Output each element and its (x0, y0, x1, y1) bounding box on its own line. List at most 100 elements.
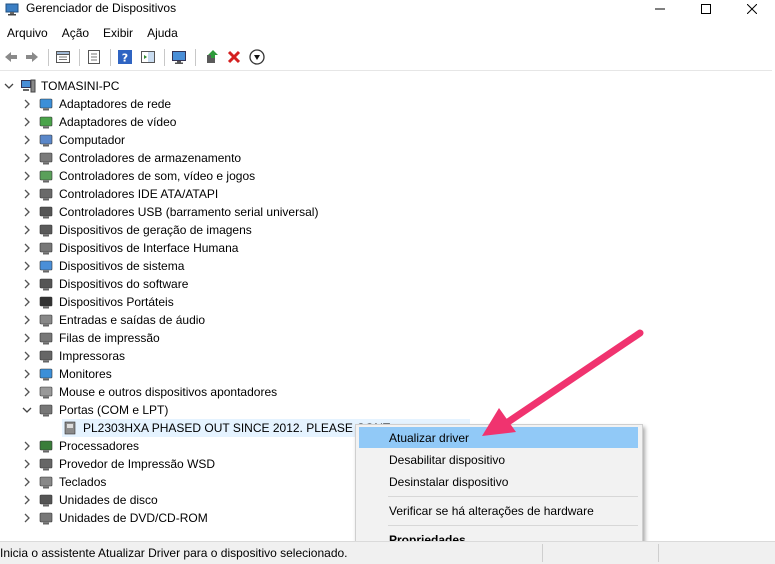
chevron-right-icon[interactable] (22, 189, 32, 199)
category-label: Dispositivos do software (59, 277, 189, 291)
tree-category[interactable]: Controladores de som, vídeo e jogos (22, 167, 255, 185)
sound-icon (38, 168, 54, 184)
tree-category[interactable]: Provedor de Impressão WSD (22, 455, 215, 473)
category-label: Unidades de DVD/CD-ROM (59, 511, 208, 525)
system-device-icon (38, 258, 54, 274)
update-driver-menu-item[interactable]: Atualizar driver (359, 427, 638, 448)
tree-category[interactable]: Teclados (22, 473, 106, 491)
chevron-right-icon[interactable] (22, 441, 32, 451)
category-label: Adaptadores de vídeo (59, 115, 177, 129)
tree-category[interactable]: Dispositivos de sistema (22, 257, 184, 275)
tree-category[interactable]: Controladores de armazenamento (22, 149, 241, 167)
uninstall-x-icon[interactable] (226, 49, 242, 65)
chevron-right-icon[interactable] (22, 333, 32, 343)
printer-icon (38, 348, 54, 364)
tree-category[interactable]: Processadores (22, 437, 139, 455)
tree-category[interactable]: Adaptadores de rede (22, 95, 171, 113)
chevron-right-icon[interactable] (22, 297, 32, 307)
tree-category[interactable]: Filas de impressão (22, 329, 160, 347)
wsd-printer-icon (38, 456, 54, 472)
chevron-right-icon[interactable] (22, 315, 32, 325)
chevron-right-icon[interactable] (22, 99, 32, 109)
chevron-right-icon[interactable] (22, 171, 32, 181)
properties-sheet-icon[interactable] (55, 49, 71, 65)
close-icon (746, 3, 758, 17)
computer-icon (38, 132, 54, 148)
serial-port-icon (62, 420, 78, 436)
maximize-icon (701, 3, 711, 17)
chevron-right-icon[interactable] (22, 261, 32, 271)
tree-category[interactable]: Entradas e saídas de áudio (22, 311, 205, 329)
tree-category[interactable]: Dispositivos Portáteis (22, 293, 174, 311)
device-label: PL2303HXA PHASED OUT SINCE 2012. PLEASE … (83, 421, 391, 435)
chevron-right-icon[interactable] (22, 387, 32, 397)
tree-category[interactable]: Unidades de disco (22, 491, 158, 509)
help-icon[interactable]: ? (117, 49, 133, 65)
status-text: Inicia o assistente Atualizar Driver par… (0, 546, 348, 560)
monitor-icon (38, 366, 54, 382)
tree-category[interactable]: Adaptadores de vídeo (22, 113, 176, 131)
tree-category[interactable]: Dispositivos de geração de imagens (22, 221, 252, 239)
chevron-right-icon[interactable] (22, 117, 32, 127)
chevron-right-icon[interactable] (22, 135, 32, 145)
back-arrow-icon[interactable] (3, 49, 19, 65)
usb-icon (38, 204, 54, 220)
chevron-right-icon[interactable] (22, 495, 32, 505)
update-driver-icon[interactable] (204, 49, 220, 65)
tree-category[interactable]: Portas (COM e LPT) (22, 401, 168, 419)
chevron-right-icon[interactable] (22, 369, 32, 379)
category-label: Controladores de som, vídeo e jogos (59, 169, 256, 183)
menu-acao[interactable]: Ação (55, 24, 96, 44)
menu-separator (388, 525, 638, 526)
chevron-right-icon[interactable] (22, 513, 32, 523)
chevron-right-icon[interactable] (22, 243, 32, 253)
category-label: Teclados (59, 475, 107, 489)
chevron-right-icon[interactable] (22, 207, 32, 217)
category-label: Portas (COM e LPT) (59, 403, 169, 417)
chevron-right-icon[interactable] (22, 351, 32, 361)
device-list-icon[interactable] (86, 49, 102, 65)
chevron-right-icon[interactable] (22, 279, 32, 289)
chevron-down-icon[interactable] (22, 405, 32, 415)
chevron-down-icon[interactable] (4, 81, 14, 91)
uninstall-device-menu-item[interactable]: Desinstalar dispositivo (359, 471, 638, 492)
action-pane-icon[interactable] (140, 49, 156, 65)
forward-arrow-icon[interactable] (24, 49, 40, 65)
menu-arquivo[interactable]: Arquivo (0, 24, 55, 44)
close-button[interactable] (729, 0, 775, 20)
chevron-right-icon[interactable] (22, 225, 32, 235)
disable-device-menu-item[interactable]: Desabilitar dispositivo (359, 449, 638, 470)
hid-icon (38, 240, 54, 256)
category-label: Dispositivos de sistema (59, 259, 185, 273)
category-label: Dispositivos de geração de imagens (59, 223, 252, 237)
category-label: Unidades de disco (59, 493, 158, 507)
print-queue-icon (38, 330, 54, 346)
tree-category[interactable]: Mouse e outros dispositivos apontadores (22, 383, 277, 401)
storage-controller-icon (38, 150, 54, 166)
portable-device-icon (38, 294, 54, 310)
chevron-right-icon[interactable] (22, 153, 32, 163)
tree-category[interactable]: Controladores USB (barramento serial uni… (22, 203, 318, 221)
scan-hardware-menu-item[interactable]: Verificar se há alterações de hardware (359, 500, 638, 521)
menu-ajuda[interactable]: Ajuda (140, 24, 185, 44)
chevron-right-icon[interactable] (22, 459, 32, 469)
keyboard-icon (38, 474, 54, 490)
tree-root[interactable]: TOMASINI-PC (4, 77, 119, 95)
tree-category[interactable]: Unidades de DVD/CD-ROM (22, 509, 208, 527)
category-label: Provedor de Impressão WSD (59, 457, 216, 471)
minimize-button[interactable] (637, 0, 683, 20)
tree-category[interactable]: Controladores IDE ATA/ATAPI (22, 185, 218, 203)
tree-category[interactable]: Impressoras (22, 347, 125, 365)
monitor-icon[interactable] (171, 49, 187, 65)
download-circle-icon[interactable] (249, 49, 265, 65)
maximize-button[interactable] (683, 0, 729, 20)
title-bar: Gerenciador de Dispositivos (0, 0, 775, 20)
tree-category[interactable]: Computador (22, 131, 125, 149)
tree-category[interactable]: Dispositivos de Interface Humana (22, 239, 238, 257)
chevron-right-icon[interactable] (22, 477, 32, 487)
tree-category[interactable]: Dispositivos do software (22, 275, 188, 293)
menu-exibir[interactable]: Exibir (96, 24, 140, 44)
status-bar: Inicia o assistente Atualizar Driver par… (0, 541, 775, 564)
tree-category[interactable]: Monitores (22, 365, 112, 383)
software-device-icon (38, 276, 54, 292)
